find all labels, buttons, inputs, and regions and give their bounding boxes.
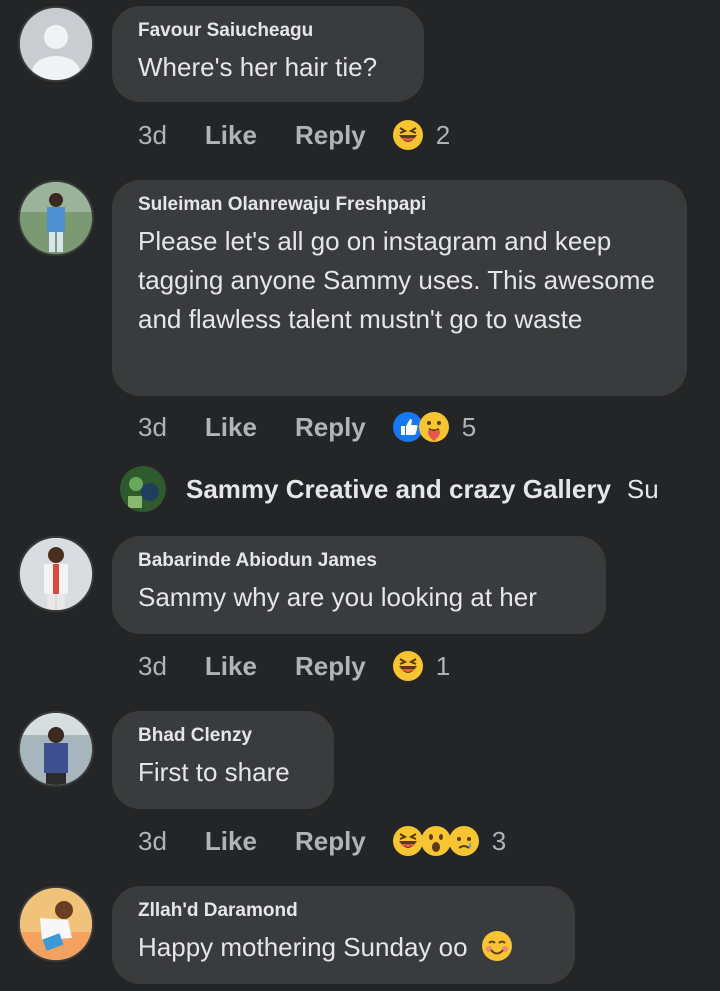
blush-emoji-icon bbox=[481, 931, 512, 961]
avatar[interactable] bbox=[18, 536, 94, 612]
default-avatar-icon bbox=[20, 8, 92, 80]
profile-photo bbox=[20, 713, 92, 785]
comment-timestamp[interactable]: 3d bbox=[138, 651, 167, 682]
reaction-count: 5 bbox=[461, 411, 477, 442]
reactions-summary[interactable]: 2 bbox=[392, 119, 450, 151]
reaction-count: 3 bbox=[491, 825, 507, 856]
comment-actions: 3d Like Reply 5 bbox=[138, 410, 476, 444]
like-button[interactable]: Like bbox=[205, 412, 257, 443]
comment-text-content: Happy mothering Sunday oo bbox=[138, 932, 468, 962]
comment-text: Sammy why are you looking at her bbox=[138, 582, 537, 612]
avatar[interactable] bbox=[18, 711, 94, 787]
reply-button[interactable]: Reply bbox=[295, 412, 366, 443]
comment-author[interactable]: Bhad Clenzy bbox=[138, 725, 308, 747]
comment-author[interactable]: Favour Saiucheagu bbox=[138, 20, 398, 42]
reactions-summary[interactable]: 1 bbox=[392, 650, 450, 682]
profile-photo bbox=[120, 466, 166, 512]
comment-text: Please let's all go on instagram and kee… bbox=[138, 226, 655, 334]
reply-button[interactable]: Reply bbox=[295, 651, 366, 682]
comment-timestamp[interactable]: 3d bbox=[138, 120, 167, 151]
avatar[interactable] bbox=[18, 6, 94, 82]
reaction-count: 1 bbox=[435, 650, 451, 681]
comment-bubble: Suleiman Olanrewaju Freshpapi Please let… bbox=[112, 180, 687, 396]
comment-author[interactable]: Suleiman Olanrewaju Freshpapi bbox=[138, 194, 661, 216]
comment-author[interactable]: Babarinde Abiodun James bbox=[138, 550, 580, 572]
avatar[interactable] bbox=[18, 180, 94, 256]
comment-author[interactable]: Zllah'd Daramond bbox=[138, 900, 549, 922]
reactions-summary[interactable]: 5 bbox=[392, 411, 476, 443]
haha-icon bbox=[392, 651, 423, 681]
comment-text: Where's her hair tie? bbox=[138, 52, 378, 82]
comment-bubble: Zllah'd Daramond Happy mothering Sunday … bbox=[112, 886, 575, 984]
haha-icon bbox=[392, 120, 423, 150]
like-button[interactable]: Like bbox=[205, 651, 257, 682]
comment-actions: 3d Like Reply 2 bbox=[138, 118, 450, 152]
reply-preview[interactable]: Sammy Creative and crazy Gallery Su bbox=[120, 464, 680, 514]
profile-photo bbox=[20, 538, 92, 610]
sad-icon bbox=[448, 826, 479, 856]
comment-text: Happy mothering Sunday oo bbox=[138, 928, 549, 967]
reply-button[interactable]: Reply bbox=[295, 826, 366, 857]
care-icon bbox=[418, 412, 449, 442]
comment-timestamp[interactable]: 3d bbox=[138, 412, 167, 443]
reaction-count: 2 bbox=[435, 119, 451, 150]
comment-bubble: Bhad Clenzy First to share bbox=[112, 711, 334, 809]
profile-photo bbox=[20, 182, 92, 254]
page-avatar[interactable] bbox=[120, 466, 166, 512]
comment-actions: 3d Like Reply 3 bbox=[138, 824, 506, 858]
reactions-summary[interactable]: 3 bbox=[392, 825, 506, 857]
comment-text: First to share bbox=[138, 757, 290, 787]
reply-button[interactable]: Reply bbox=[295, 120, 366, 151]
comment-bubble: Babarinde Abiodun James Sammy why are yo… bbox=[112, 536, 606, 634]
reply-text: Su bbox=[626, 473, 659, 504]
profile-photo bbox=[20, 888, 92, 960]
comment-actions: 3d Like Reply 1 bbox=[138, 649, 450, 683]
like-button[interactable]: Like bbox=[205, 826, 257, 857]
comment-bubble: Favour Saiucheagu Where's her hair tie? bbox=[112, 6, 424, 102]
avatar[interactable] bbox=[18, 886, 94, 962]
comment-timestamp[interactable]: 3d bbox=[138, 826, 167, 857]
like-button[interactable]: Like bbox=[205, 120, 257, 151]
reply-author[interactable]: Sammy Creative and crazy Gallery bbox=[186, 474, 611, 505]
